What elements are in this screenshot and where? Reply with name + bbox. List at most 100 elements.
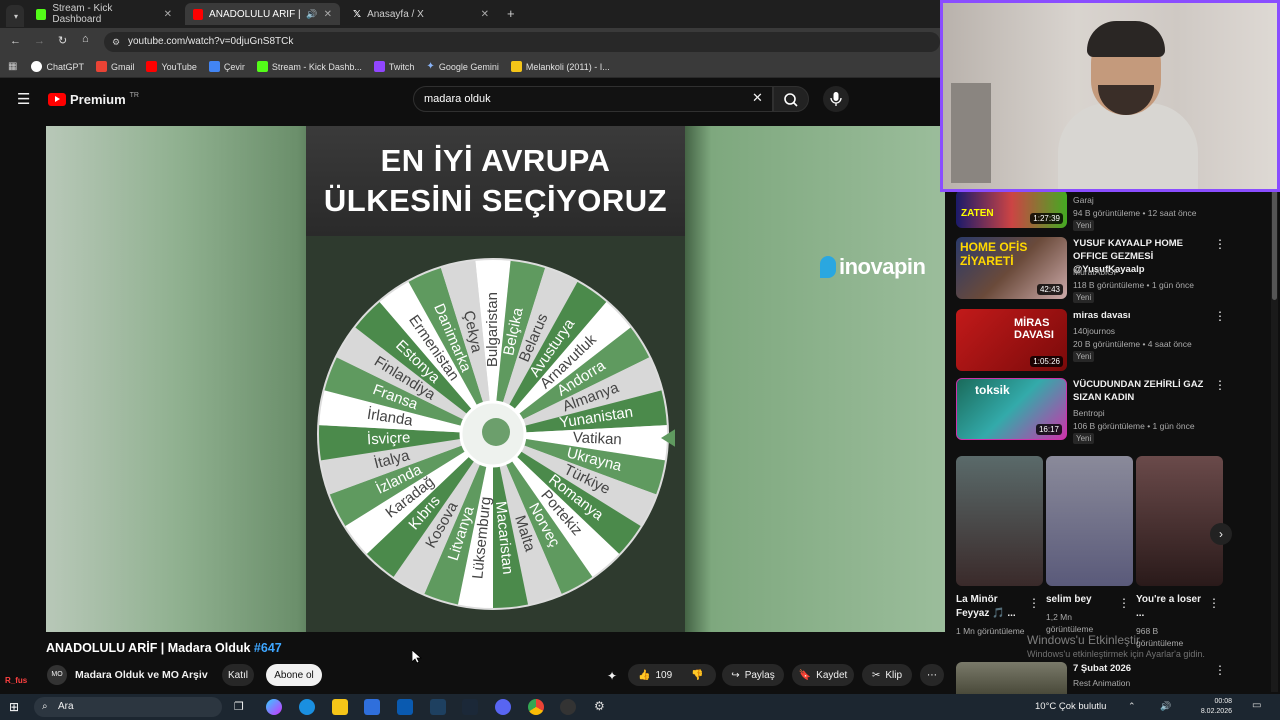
video-thumbnail[interactable]: HOME OFİS ZİYARETİ 42:43 (956, 237, 1067, 299)
bookmark-gemini[interactable]: ✦ Google Gemini (426, 61, 498, 72)
mouse-cursor-icon (412, 650, 422, 664)
site-info-icon[interactable]: ⚙ (112, 32, 120, 52)
bookmark-gmail[interactable]: Gmail (95, 61, 134, 72)
short-meta: 1 Mn görüntüleme (956, 626, 1025, 636)
channel-avatar[interactable]: MO (47, 665, 67, 685)
bookmark-kick[interactable]: Stream - Kick Dashb... (256, 61, 362, 72)
close-tab-icon[interactable]: ✕ (481, 9, 489, 20)
save-button[interactable]: 🔖 Kaydet (792, 664, 854, 686)
video-title[interactable]: VÜCUDUNDAN ZEHİRLİ GAZ SIZAN KADIN (1073, 378, 1213, 404)
settings-gear-icon[interactable]: ⚙ (594, 699, 605, 713)
video-duration: 1:05:26 (1030, 356, 1063, 367)
tab-label: Anasayfa / X (367, 8, 424, 20)
scrollbar-thumb[interactable] (1272, 190, 1277, 300)
bookmark-label: ChatGPT (46, 61, 84, 72)
hashtag-link[interactable]: #647 (254, 641, 282, 655)
recommended-video[interactable]: toksik 16:17 VÜCUDUNDAN ZEHİRLİ GAZ SIZAN… (956, 378, 1226, 444)
steam-icon[interactable] (462, 699, 478, 715)
speaker-icon[interactable]: 🔊 (306, 9, 317, 20)
bookmark-translate[interactable]: Çevir (208, 61, 245, 72)
more-icon[interactable]: ⋮ (1208, 596, 1220, 610)
short-title[interactable]: La Minör Feyyaz 🎵 ... (956, 593, 1026, 621)
search-input[interactable]: madara olduk (413, 86, 773, 112)
short-title[interactable]: selim bey (1046, 593, 1116, 607)
bookmark-twitch[interactable]: Twitch (373, 61, 414, 72)
youtube-logo[interactable]: Premium TR (48, 92, 139, 107)
weather-widget[interactable]: 10°C Çok bulutlu (1035, 701, 1106, 712)
video-title[interactable]: miras davası (1073, 309, 1213, 322)
app-icon[interactable] (430, 699, 446, 715)
clear-search-icon[interactable]: ✕ (752, 90, 763, 106)
file-explorer-icon[interactable] (332, 699, 348, 715)
short-title[interactable]: You're a loser ... (1136, 593, 1206, 621)
more-actions-button[interactable]: ⋯ (920, 664, 944, 686)
video-meta: 20 B görüntüleme • 4 saat önce (1073, 339, 1192, 349)
menu-icon[interactable]: ☰ (17, 90, 30, 108)
video-title[interactable]: 7 Şubat 2026 (1073, 663, 1131, 674)
subscribe-button[interactable]: Abone ol (266, 664, 322, 686)
channel-name[interactable]: Madara Olduk ve MO Arşiv (75, 669, 208, 681)
bookmark-melankoli[interactable]: Melankoli (2011) - I... (510, 61, 610, 72)
home-icon[interactable]: ⌂ (82, 33, 89, 45)
twitch-icon (373, 61, 385, 72)
like-count: 109 (655, 669, 673, 681)
bookmark-youtube[interactable]: YouTube (146, 61, 197, 72)
clock[interactable]: 00:08 8.02.2026 (1200, 697, 1232, 717)
webcam-shelf (951, 83, 991, 183)
task-view-icon[interactable]: ❐ (234, 700, 244, 713)
recommended-video[interactable]: HOME OFİS ZİYARETİ 42:43 YUSUF KAYAALP HO… (956, 237, 1226, 305)
edge-icon[interactable] (299, 699, 315, 715)
obs-icon[interactable] (560, 699, 576, 715)
copilot-icon[interactable] (266, 699, 282, 715)
like-icon[interactable]: 👍 (638, 670, 650, 681)
short-thumbnail[interactable] (956, 456, 1043, 586)
clip-button[interactable]: ✂ Klip (862, 664, 912, 686)
store-icon[interactable] (364, 699, 380, 715)
tab-search-button[interactable]: ▾ (6, 5, 24, 27)
more-icon[interactable]: ⋮ (1028, 596, 1040, 610)
volume-icon[interactable]: 🔊 (1160, 701, 1171, 712)
taskbar-search[interactable]: ⌕ Ara (34, 697, 222, 717)
tray-chevron-icon[interactable]: ⌃ (1128, 701, 1136, 712)
sparkle-icon[interactable]: ✦ (607, 669, 617, 683)
reload-icon[interactable]: ↻ (58, 34, 67, 47)
recommended-video[interactable]: ZATEN 1:27:39 Garaj 94 B görüntüleme • 12… (956, 190, 1226, 232)
video-thumbnail[interactable]: ZATEN 1:27:39 (956, 190, 1067, 228)
more-icon[interactable]: ⋮ (1118, 596, 1130, 610)
video-thumbnail[interactable]: MİRAS DAVASI 1:05:26 (956, 309, 1067, 371)
more-icon[interactable]: ⋮ (1214, 309, 1226, 323)
forward-arrow-icon[interactable]: → (34, 35, 45, 47)
notifications-icon[interactable]: ▭ (1252, 700, 1261, 711)
close-tab-icon[interactable]: ✕ (324, 9, 332, 20)
new-tab-icon[interactable]: + (507, 6, 515, 21)
video-thumbnail[interactable]: toksik 16:17 (956, 378, 1067, 440)
short-thumbnail[interactable] (1136, 456, 1223, 586)
discord-icon[interactable] (495, 699, 511, 715)
bookmark-chatgpt[interactable]: ChatGPT (31, 61, 84, 72)
share-button[interactable]: ↪ Paylaş (722, 664, 784, 686)
short-thumbnail[interactable] (1046, 456, 1133, 586)
wheel-label: Vatikan (572, 429, 622, 448)
tab-youtube-video[interactable]: ANADOLULU ARİF | Madara 🔊 ✕ (185, 3, 340, 25)
dislike-icon[interactable]: 👎 (691, 670, 703, 681)
join-button[interactable]: Katıl (222, 664, 254, 686)
voice-search-button[interactable] (823, 86, 849, 112)
search-button[interactable] (773, 86, 809, 112)
windows-start-icon[interactable]: ⊞ (9, 700, 19, 714)
chevron-right-icon[interactable]: › (1210, 523, 1232, 545)
recommended-video[interactable]: MİRAS DAVASI 1:05:26 miras davası 140jour… (956, 309, 1226, 375)
app-icon[interactable] (397, 699, 413, 715)
close-tab-icon[interactable]: ✕ (164, 9, 172, 20)
join-label: Katıl (227, 669, 248, 681)
back-arrow-icon[interactable]: ← (10, 35, 21, 47)
tab-x-home[interactable]: 𝕏 Anasayfa / X ✕ (345, 3, 497, 25)
tab-kick-dashboard[interactable]: Stream - Kick Dashboard ✕ (28, 3, 180, 25)
address-bar[interactable]: ⚙ youtube.com/watch?v=0djuGnS8TCk (104, 32, 940, 52)
more-icon[interactable]: ⋮ (1214, 663, 1226, 677)
apps-grid-icon[interactable]: ▦ (8, 61, 17, 72)
more-icon[interactable]: ⋮ (1214, 378, 1226, 392)
video-thumbnail[interactable] (956, 662, 1067, 694)
new-badge: Yeni (1073, 220, 1095, 231)
chrome-icon[interactable] (528, 699, 544, 715)
more-icon[interactable]: ⋮ (1214, 237, 1226, 251)
